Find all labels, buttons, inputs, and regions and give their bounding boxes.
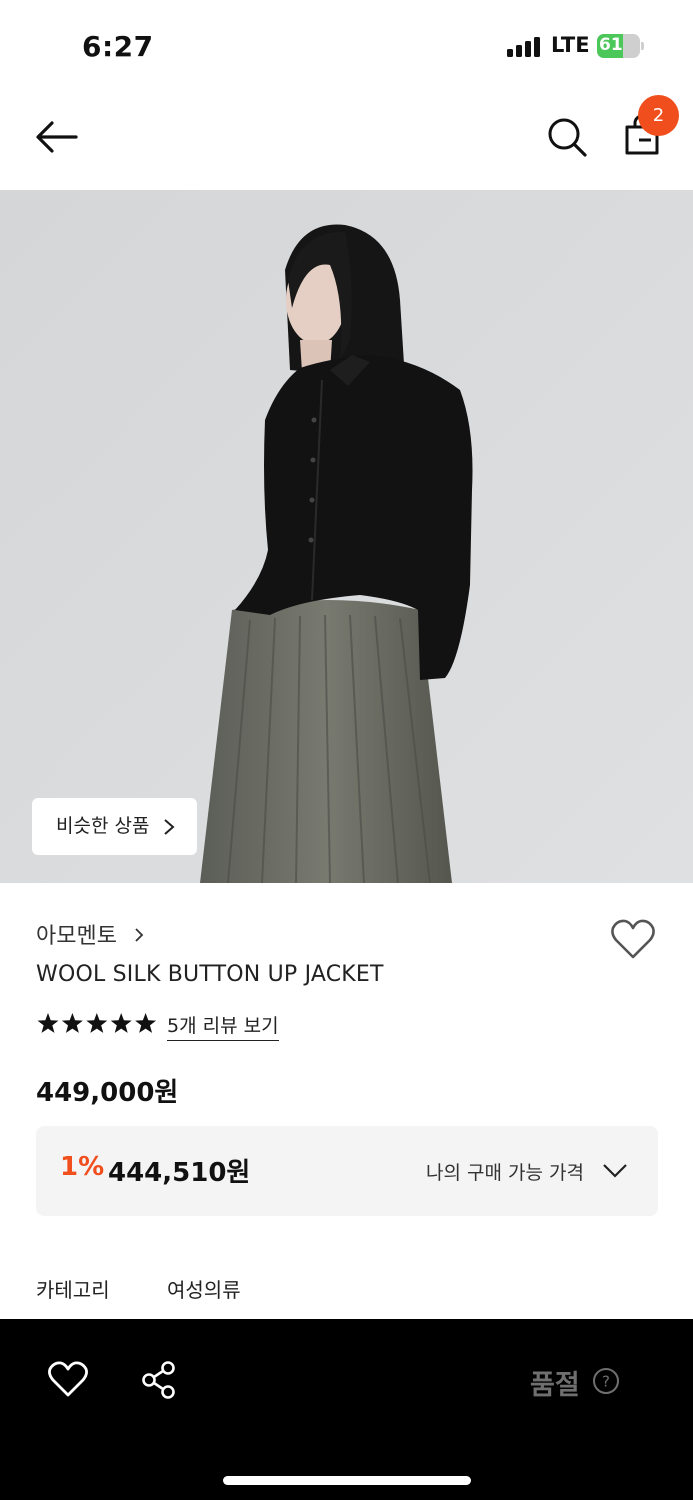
battery-icon: 61 — [597, 34, 644, 58]
chevron-down-icon — [603, 1164, 627, 1178]
star-icon — [135, 1013, 157, 1033]
back-arrow-icon — [36, 121, 78, 153]
discount-rate: 1% — [60, 1152, 105, 1182]
share-button[interactable] — [138, 1359, 180, 1401]
help-icon: ? — [593, 1368, 619, 1394]
soldout-help-button[interactable]: ? — [592, 1367, 620, 1395]
soldout-label: 품절 — [530, 1370, 580, 1401]
category-label: 카테고리 — [36, 1278, 110, 1302]
brand-name: 아모멘토 — [36, 924, 117, 949]
chevron-right-icon — [135, 928, 144, 942]
product-price: 449,000원 — [36, 1078, 179, 1108]
status-time: 6:27 — [82, 30, 154, 63]
brand-link[interactable]: 아모멘토 — [36, 918, 144, 950]
search-button[interactable] — [544, 114, 590, 160]
star-icon — [110, 1013, 132, 1033]
heart-icon — [611, 919, 655, 959]
search-icon — [548, 118, 587, 157]
star-icon — [61, 1013, 83, 1033]
chevron-right-icon — [164, 819, 175, 835]
star-icon — [37, 1013, 59, 1033]
home-indicator[interactable] — [223, 1476, 471, 1485]
bottom-action-bar: 품절 ? — [0, 1319, 693, 1500]
category-value: 여성의류 — [167, 1278, 241, 1302]
back-button[interactable] — [34, 116, 80, 158]
my-price-label: 나의 구매 가능 가격 — [426, 1162, 584, 1184]
similar-products-label: 비슷한 상품 — [56, 815, 150, 837]
star-icon — [86, 1013, 108, 1033]
rating-stars — [37, 1013, 157, 1033]
cellular-signal-icon — [507, 37, 543, 57]
network-type: LTE — [551, 33, 590, 57]
similar-products-button[interactable]: 비슷한 상품 — [32, 798, 197, 855]
share-icon — [142, 1361, 175, 1399]
discount-price: 444,510원 — [108, 1158, 251, 1188]
bottom-wishlist-button[interactable] — [47, 1360, 89, 1400]
wishlist-button[interactable] — [609, 917, 657, 963]
status-bar: 6:27 LTE 61 — [0, 0, 693, 90]
reviews-link[interactable]: 5개 리뷰 보기 — [167, 1011, 279, 1041]
product-name: WOOL SILK BUTTON UP JACKET — [36, 962, 384, 987]
product-photo — [0, 190, 693, 883]
heart-icon — [48, 1361, 88, 1397]
svg-text:?: ? — [602, 1373, 610, 1391]
battery-level: 61 — [599, 35, 623, 55]
cart-count-badge: 2 — [638, 95, 679, 136]
product-image[interactable] — [0, 190, 693, 883]
my-price-dropdown[interactable]: 1% 444,510원 나의 구매 가능 가격 — [36, 1126, 658, 1216]
